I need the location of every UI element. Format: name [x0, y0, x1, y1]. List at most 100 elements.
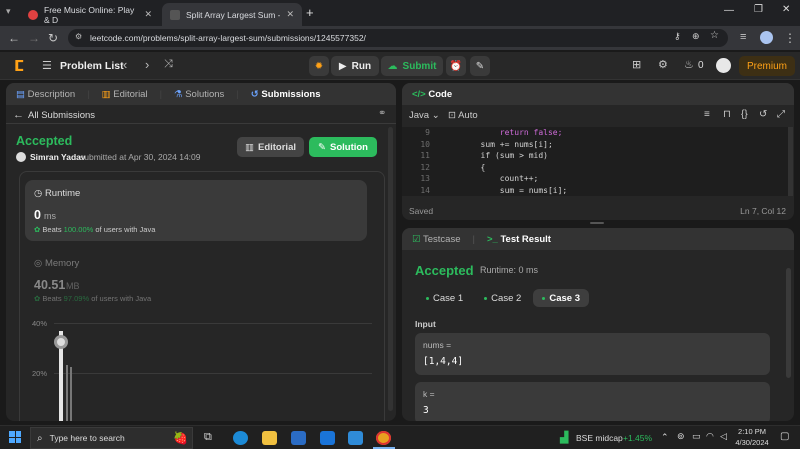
- expand-icon[interactable]: ⤢: [777, 109, 785, 120]
- site-info-icon[interactable]: ⚙: [75, 32, 82, 41]
- minimize-icon[interactable]: —: [724, 5, 734, 16]
- close-icon[interactable]: ✕: [286, 9, 294, 20]
- back-arrow-icon[interactable]: ←: [13, 109, 24, 121]
- mail-icon[interactable]: [320, 431, 335, 445]
- chart-marker[interactable]: [54, 335, 68, 349]
- solution-button[interactable]: ✎ Solution: [309, 137, 377, 157]
- reload-icon[interactable]: ↻: [48, 31, 58, 45]
- prev-problem-icon[interactable]: ‹: [123, 57, 127, 72]
- left-scrollbar[interactable]: [388, 127, 393, 411]
- tab-testcase-label: Testcase: [423, 233, 461, 245]
- case-tab-2[interactable]: Case 2: [475, 289, 530, 307]
- file-explorer-icon[interactable]: [262, 431, 277, 445]
- reset-icon[interactable]: ↺: [759, 109, 767, 120]
- tab-submissions[interactable]: ↺ Submissions: [251, 89, 321, 100]
- close-icon[interactable]: ✕: [144, 9, 152, 20]
- task-view-icon[interactable]: ⧉: [204, 431, 219, 445]
- hidden-icons-chevron-icon[interactable]: ⌃: [661, 432, 669, 443]
- notifications-icon[interactable]: ▢: [780, 431, 789, 442]
- url-bar[interactable]: ⚙ leetcode.com/problems/split-array-larg…: [68, 29, 728, 47]
- case-tab-3[interactable]: Case 3: [533, 289, 589, 307]
- reading-list-icon[interactable]: ≡: [740, 31, 746, 43]
- timer-button[interactable]: ⏰: [446, 56, 466, 76]
- onedrive-icon[interactable]: ⊚: [677, 431, 685, 442]
- premium-button[interactable]: Premium: [739, 56, 795, 76]
- problem-list-link[interactable]: Problem List: [60, 60, 124, 72]
- window-close-icon[interactable]: ✕: [782, 4, 790, 15]
- code-scrollbar[interactable]: [788, 127, 793, 196]
- distribution-bar[interactable]: [66, 365, 68, 421]
- search-placeholder: Type here to search: [49, 433, 125, 443]
- stock-name[interactable]: BSE midcap: [576, 433, 623, 443]
- user-avatar[interactable]: [716, 58, 731, 73]
- battery-icon[interactable]: ▭: [692, 431, 701, 442]
- run-button[interactable]: ▶ Run: [331, 56, 379, 76]
- chrome-icon[interactable]: [376, 431, 391, 445]
- layout-grid-icon[interactable]: ⊞: [632, 58, 641, 71]
- clock-time[interactable]: 2:10 PM: [733, 427, 771, 436]
- leetcode-logo[interactable]: ⵎ: [14, 57, 24, 75]
- wifi-icon[interactable]: ◠: [706, 431, 714, 442]
- submit-button[interactable]: ☁ Submit: [381, 56, 443, 76]
- var-name: k =: [423, 389, 435, 399]
- input-label: Input: [415, 319, 436, 329]
- bookmark-star-icon[interactable]: ☆: [710, 30, 719, 41]
- format-lines-icon[interactable]: ≡: [704, 109, 710, 120]
- shuffle-icon[interactable]: ⤨: [164, 58, 173, 71]
- forward-icon[interactable]: →: [28, 31, 40, 45]
- auto-format-toggle[interactable]: ⊡ Auto: [448, 110, 478, 121]
- streak-fire-icon[interactable]: ♨: [684, 58, 694, 71]
- maximize-icon[interactable]: ❐: [754, 4, 763, 15]
- username[interactable]: Simran Yadav: [30, 152, 86, 162]
- tab-description[interactable]: ▤ Description: [16, 89, 75, 100]
- browser-tab-leetcode[interactable]: Split Array Largest Sum - LeetC ✕: [162, 3, 302, 26]
- case-label: Case 1: [433, 292, 464, 304]
- vscode-icon[interactable]: [348, 431, 363, 445]
- distribution-bar[interactable]: [70, 367, 72, 421]
- clock-date[interactable]: 4/30/2024: [733, 438, 771, 447]
- code-editor[interactable]: 9 return false; 10 sum += nums[i]; 11 if…: [402, 127, 788, 196]
- back-icon[interactable]: ←: [8, 31, 20, 45]
- next-problem-icon[interactable]: ›: [145, 57, 149, 72]
- browser-tab-music[interactable]: Free Music Online: Play & D ✕: [20, 3, 160, 26]
- run-label: Run: [351, 60, 372, 72]
- result-scrollbar[interactable]: [786, 268, 791, 378]
- all-submissions-link[interactable]: All Submissions: [28, 110, 95, 121]
- microsoft-store-icon[interactable]: [291, 431, 306, 445]
- editorial-button[interactable]: ▥ Editorial: [237, 137, 304, 157]
- stock-change[interactable]: +1.45%: [623, 433, 652, 443]
- windows-start-icon[interactable]: [9, 431, 21, 443]
- tab-testcase[interactable]: ☑ Testcase: [412, 234, 461, 245]
- edge-icon[interactable]: [233, 431, 248, 445]
- language-select[interactable]: Java ⌄: [409, 110, 440, 121]
- code-tab[interactable]: </> Code: [412, 89, 452, 100]
- zoom-icon[interactable]: ⊕: [692, 31, 700, 42]
- input-box-nums[interactable]: nums = [1,4,4]: [415, 333, 770, 375]
- bookmark-icon[interactable]: ⊓: [723, 109, 731, 120]
- settings-gear-icon[interactable]: ⚙: [658, 58, 668, 71]
- submit-label: Submit: [402, 60, 437, 72]
- notes-button[interactable]: ✎: [470, 56, 490, 76]
- input-box-k[interactable]: k = 3: [415, 382, 770, 421]
- runtime-card[interactable]: ◷ Runtime 0 ms ✿ Beats 100.00% of users …: [25, 180, 367, 241]
- tab-editorial[interactable]: ▥ Editorial: [102, 89, 148, 100]
- tab-search-icon[interactable]: ▾: [6, 6, 11, 17]
- url-text[interactable]: leetcode.com/problems/split-array-larges…: [90, 33, 366, 43]
- new-tab-button[interactable]: +: [306, 5, 314, 20]
- volume-icon[interactable]: ◁: [720, 431, 727, 442]
- line-text: {: [442, 162, 486, 172]
- debug-button[interactable]: ✹: [309, 56, 329, 76]
- resize-handle[interactable]: [590, 222, 604, 224]
- tab-solutions[interactable]: ⚗ Solutions: [174, 89, 224, 100]
- braces-icon[interactable]: {}: [741, 109, 748, 120]
- memory-beats: ✿ Beats 97.09% of users with Java: [34, 294, 151, 303]
- tab-test-result[interactable]: >_ Test Result: [487, 234, 551, 245]
- case-tab-1[interactable]: Case 1: [417, 289, 472, 307]
- case-label: Case 2: [491, 292, 522, 304]
- profile-avatar[interactable]: [760, 31, 773, 44]
- taskbar-search-box[interactable]: ⌕ Type here to search 🍓: [30, 427, 193, 449]
- memory-card[interactable]: ◎ Memory 40.51 MB ✿ Beats 97.09% of user…: [25, 250, 367, 310]
- link-icon[interactable]: ⚭: [378, 108, 386, 119]
- key-icon[interactable]: ⚷: [674, 31, 681, 42]
- menu-kebab-icon[interactable]: ⋮: [784, 31, 796, 45]
